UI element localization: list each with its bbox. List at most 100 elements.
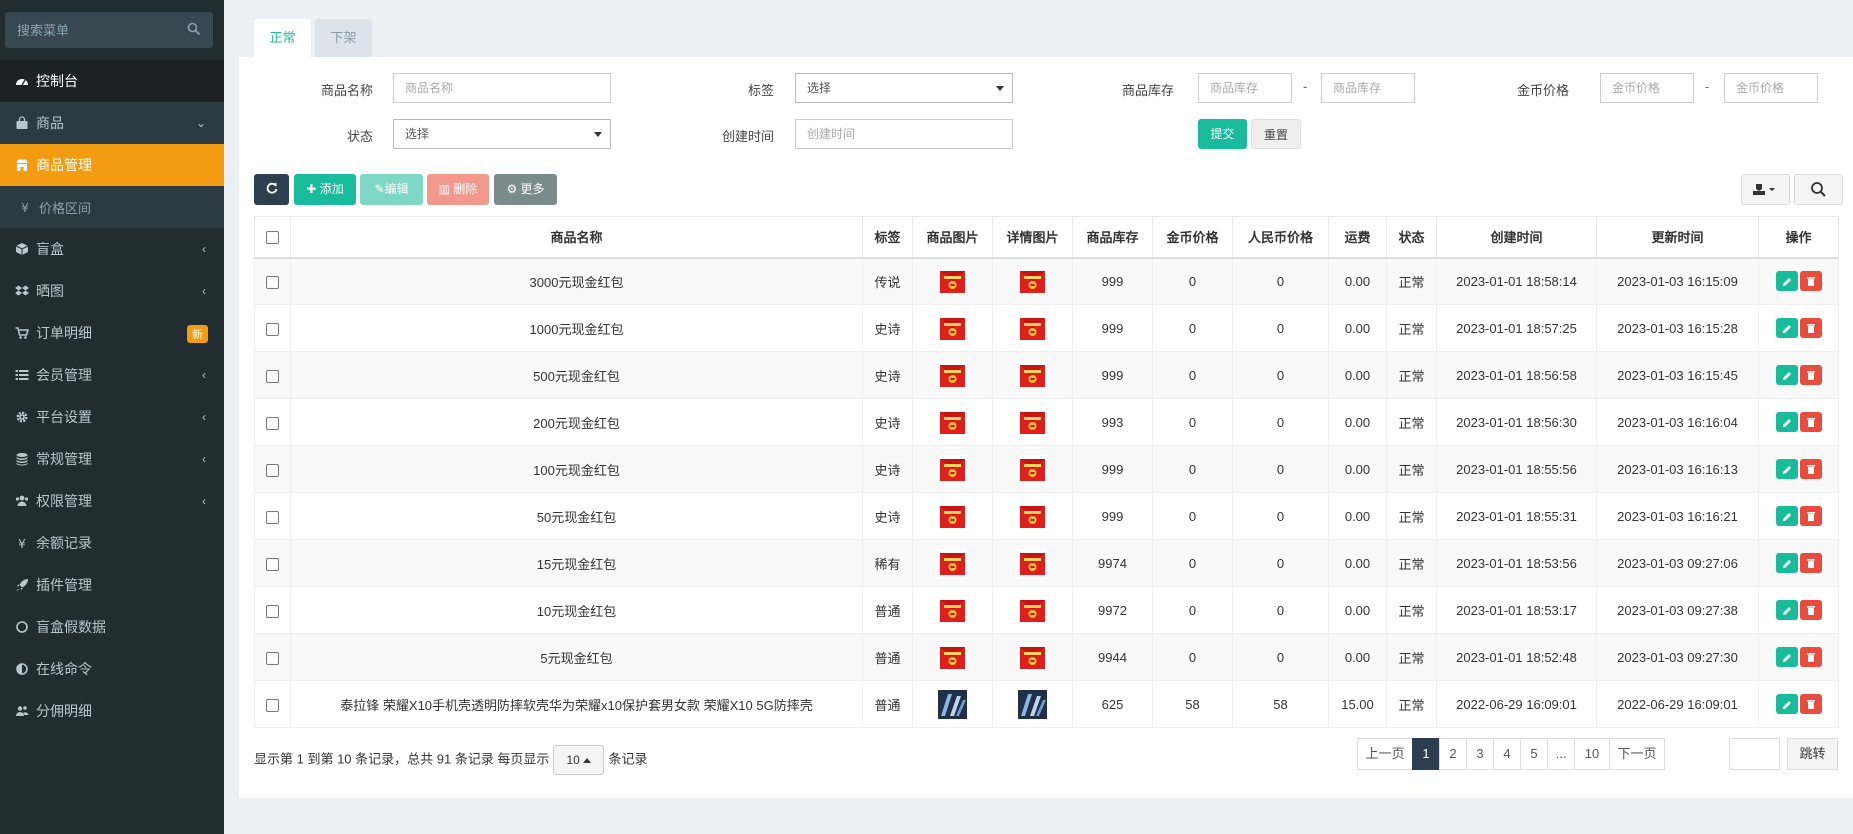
detail-image-cell[interactable] [992, 633, 1073, 681]
phone-case-thumbnail[interactable] [938, 689, 967, 719]
row-checkbox[interactable] [266, 651, 279, 665]
table-row[interactable]: 200元现金红包 史诗 993 0 0 0.00 正常 2023-01-01 18:56:30… [254, 398, 1839, 446]
row-delete-button[interactable] [1799, 600, 1822, 620]
sidebar-item-5[interactable]: 晒图 ‹ [0, 270, 224, 312]
sidebar-item-8[interactable]: 平台设置 ‹ [0, 396, 224, 438]
red-envelope-thumbnail[interactable] [938, 454, 967, 484]
row-edit-button[interactable] [1775, 506, 1798, 526]
row-checkbox[interactable] [266, 322, 279, 336]
column-header[interactable]: 详情图片 [992, 216, 1073, 259]
row-checkbox[interactable] [266, 698, 279, 712]
table-row[interactable]: 100元现金红包 史诗 999 0 0 0.00 正常 2023-01-01 18:55:56… [254, 445, 1839, 493]
edit-button[interactable]: ✎编辑 [360, 174, 423, 205]
sidebar-item-2[interactable]: 商品管理 [0, 144, 224, 186]
table-row[interactable]: 10元现金红包 普通 9972 0 0 0.00 正常 2023-01-01 18:53:17… [254, 586, 1839, 634]
page-number-button[interactable]: 10 [1574, 738, 1610, 770]
row-checkbox[interactable] [266, 416, 279, 430]
row-edit-button[interactable] [1775, 459, 1798, 479]
red-envelope-thumbnail[interactable] [1018, 595, 1047, 625]
row-edit-button[interactable] [1775, 271, 1798, 292]
column-header[interactable]: 运费 [1328, 216, 1387, 259]
row-edit-button[interactable] [1775, 318, 1798, 338]
red-envelope-thumbnail[interactable] [1018, 501, 1047, 531]
red-envelope-thumbnail[interactable] [938, 501, 967, 531]
row-delete-button[interactable] [1799, 647, 1822, 667]
product-image-cell[interactable] [912, 633, 993, 681]
red-envelope-thumbnail[interactable] [1018, 454, 1047, 484]
column-header[interactable]: 人民币价格 [1232, 216, 1329, 259]
detail-image-cell[interactable] [992, 680, 1073, 728]
table-row[interactable]: 3000元现金红包 传说 999 0 0 0.00 正常 2023-01-01 18:58:1… [254, 257, 1839, 305]
column-header[interactable]: 商品名称 [290, 216, 863, 259]
tab-normal[interactable]: 正常 [254, 19, 311, 57]
column-header[interactable]: 商品图片 [912, 216, 993, 259]
filter-tag-select[interactable]: 选择 [795, 73, 1013, 103]
page-number-button[interactable]: 4 [1493, 738, 1521, 770]
red-envelope-thumbnail[interactable] [938, 266, 967, 296]
row-delete-button[interactable] [1799, 365, 1822, 385]
product-image-cell[interactable] [912, 680, 993, 728]
table-row[interactable]: 泰拉锋 荣耀X10手机壳透明防摔软壳华为荣耀x10保护套男女款 荣耀X10 5G… [254, 680, 1839, 728]
page-number-button[interactable]: 3 [1466, 738, 1494, 770]
detail-image-cell[interactable] [992, 398, 1073, 446]
sidebar-item-14[interactable]: 在线命令 [0, 648, 224, 690]
page-number-button[interactable]: 2 [1439, 738, 1467, 770]
filter-stock-min-input[interactable] [1198, 73, 1292, 103]
table-row[interactable]: 15元现金红包 稀有 9974 0 0 0.00 正常 2023-01-01 18:53:56… [254, 539, 1839, 587]
red-envelope-thumbnail[interactable] [938, 360, 967, 390]
red-envelope-thumbnail[interactable] [1018, 642, 1047, 672]
red-envelope-thumbnail[interactable] [1018, 360, 1047, 390]
red-envelope-thumbnail[interactable] [1018, 548, 1047, 578]
detail-image-cell[interactable] [992, 586, 1073, 634]
export-button[interactable] [1741, 174, 1790, 205]
sidebar-item-12[interactable]: 插件管理 [0, 564, 224, 606]
search-icon[interactable] [187, 22, 201, 36]
red-envelope-thumbnail[interactable] [938, 407, 967, 437]
filter-status-select[interactable]: 选择 [393, 119, 611, 149]
refresh-button[interactable] [254, 174, 289, 205]
row-checkbox[interactable] [266, 275, 279, 289]
detail-image-cell[interactable] [992, 257, 1073, 305]
column-header[interactable]: 金币价格 [1152, 216, 1233, 259]
add-button[interactable]: ✚ 添加 [294, 174, 356, 205]
product-image-cell[interactable] [912, 445, 993, 493]
product-image-cell[interactable] [912, 492, 993, 540]
sidebar-item-6[interactable]: 订单明细 新 [0, 312, 224, 354]
red-envelope-thumbnail[interactable] [1018, 313, 1047, 343]
table-row[interactable]: 5元现金红包 普通 9944 0 0 0.00 正常 2023-01-01 18:52:48 2… [254, 633, 1839, 681]
sidebar-item-4[interactable]: 盲盒 ‹ [0, 228, 224, 270]
table-row[interactable]: 50元现金红包 史诗 999 0 0 0.00 正常 2023-01-01 18:55:31 2… [254, 492, 1839, 540]
reset-button[interactable]: 重置 [1251, 119, 1301, 149]
sidebar-item-7[interactable]: 会员管理 ‹ [0, 354, 224, 396]
red-envelope-thumbnail[interactable] [938, 313, 967, 343]
menu-search-input[interactable] [5, 12, 213, 48]
column-header[interactable]: 状态 [1386, 216, 1437, 259]
filter-created-input[interactable] [795, 119, 1013, 149]
select-all-checkbox[interactable] [266, 231, 279, 245]
column-header[interactable]: 商品库存 [1072, 216, 1153, 259]
column-header[interactable]: 标签 [862, 216, 913, 259]
row-edit-button[interactable] [1775, 365, 1798, 385]
red-envelope-thumbnail[interactable] [938, 595, 967, 625]
product-image-cell[interactable] [912, 257, 993, 305]
more-button[interactable]: ⚙ 更多 [494, 174, 557, 205]
product-image-cell[interactable] [912, 539, 993, 587]
detail-image-cell[interactable] [992, 492, 1073, 540]
sidebar-item-13[interactable]: 盲盒假数据 [0, 606, 224, 648]
detail-image-cell[interactable] [992, 539, 1073, 587]
row-delete-button[interactable] [1799, 694, 1822, 714]
column-header[interactable]: 更新时间 [1596, 216, 1759, 259]
red-envelope-thumbnail[interactable] [938, 642, 967, 672]
red-envelope-thumbnail[interactable] [938, 548, 967, 578]
table-row[interactable]: 1000元现金红包 史诗 999 0 0 0.00 正常 2023-01-01 18:57:2… [254, 304, 1839, 352]
row-edit-button[interactable] [1775, 553, 1798, 573]
row-delete-button[interactable] [1799, 271, 1822, 292]
detail-image-cell[interactable] [992, 445, 1073, 493]
row-edit-button[interactable] [1775, 600, 1798, 620]
jump-page-input[interactable] [1729, 738, 1780, 770]
filter-name-input[interactable] [393, 73, 611, 103]
filter-price-max-input[interactable] [1724, 73, 1818, 103]
row-checkbox[interactable] [266, 510, 279, 524]
sidebar-item-15[interactable]: 分佣明细 [0, 690, 224, 732]
tab-offshelf[interactable]: 下架 [315, 19, 372, 57]
